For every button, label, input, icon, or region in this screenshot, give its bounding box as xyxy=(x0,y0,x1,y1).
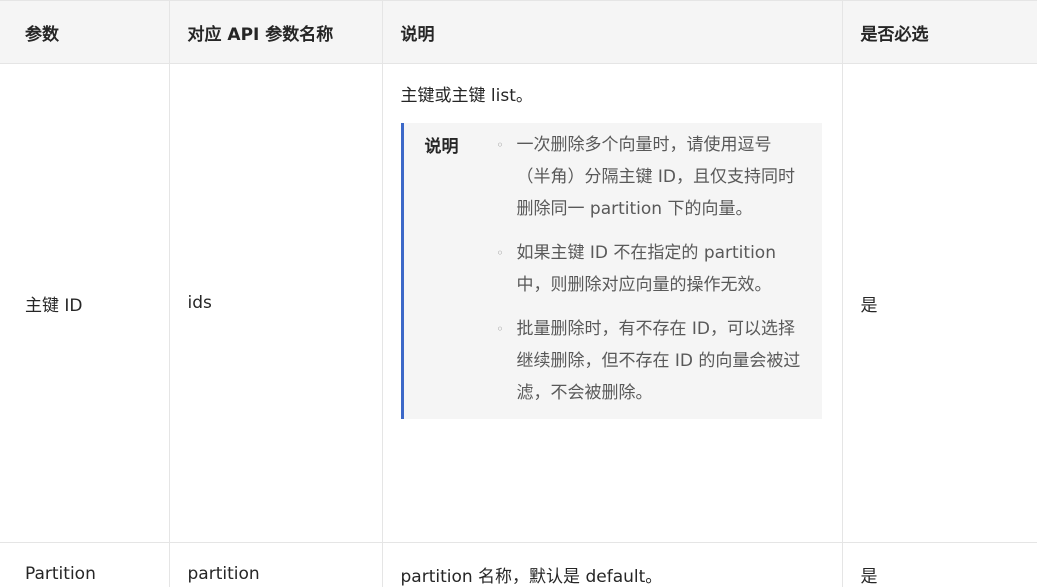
table-row: 主键 ID ids 主键或主键 list。 说明 ◦ 一次删除多个向量时，请使用… xyxy=(0,63,1037,543)
note-item-text: 批量删除时，有不存在 ID，可以选择继续删除，但不存在 ID 的向量会被过滤，不… xyxy=(516,319,801,403)
cell-api-name: ids xyxy=(168,63,383,543)
bullet-circle-icon: ◦ xyxy=(496,322,504,336)
parameter-table: 参数 对应 API 参数名称 说明 是否必选 主键 ID ids 主键或主键 l… xyxy=(0,0,1037,587)
cell-description: 主键或主键 list。 说明 ◦ 一次删除多个向量时，请使用逗号（半角）分隔主键… xyxy=(381,63,843,543)
note-title: 说明 xyxy=(424,137,459,157)
table-row: Partition partition partition 名称，默认是 def… xyxy=(0,542,1037,587)
note-item: ◦ 批量删除时，有不存在 ID，可以选择继续删除，但不存在 ID 的向量会被过滤… xyxy=(497,313,802,409)
note-item-text: 如果主键 ID 不在指定的 partition 中，则删除对应向量的操作无效。 xyxy=(516,243,776,295)
bullet-circle-icon: ◦ xyxy=(496,138,504,152)
header-description: 说明 xyxy=(381,0,843,64)
header-required: 是否必选 xyxy=(841,0,1037,64)
cell-required: 是 xyxy=(841,542,1037,587)
description-text: 主键或主键 list。 xyxy=(400,86,533,106)
note-item: ◦ 一次删除多个向量时，请使用逗号（半角）分隔主键 ID，且仅支持同时删除同一 … xyxy=(497,129,802,225)
header-api-name: 对应 API 参数名称 xyxy=(168,0,383,64)
cell-api-name: partition xyxy=(168,542,383,587)
cell-param: Partition xyxy=(0,542,170,587)
header-param: 参数 xyxy=(0,0,170,64)
note-item-text: 一次删除多个向量时，请使用逗号（半角）分隔主键 ID，且仅支持同时删除同一 pa… xyxy=(516,135,796,219)
note-item: ◦ 如果主键 ID 不在指定的 partition 中，则删除对应向量的操作无效… xyxy=(497,237,802,301)
bullet-circle-icon: ◦ xyxy=(496,246,504,260)
cell-required: 是 xyxy=(841,63,1037,543)
note-list: ◦ 一次删除多个向量时，请使用逗号（半角）分隔主键 ID，且仅支持同时删除同一 … xyxy=(497,129,802,409)
cell-description: partition 名称，默认是 default。 xyxy=(381,542,843,587)
table-header-row: 参数 对应 API 参数名称 说明 是否必选 xyxy=(0,0,1037,64)
note-box: 说明 ◦ 一次删除多个向量时，请使用逗号（半角）分隔主键 ID，且仅支持同时删除… xyxy=(400,123,822,419)
cell-param: 主键 ID xyxy=(0,63,170,543)
